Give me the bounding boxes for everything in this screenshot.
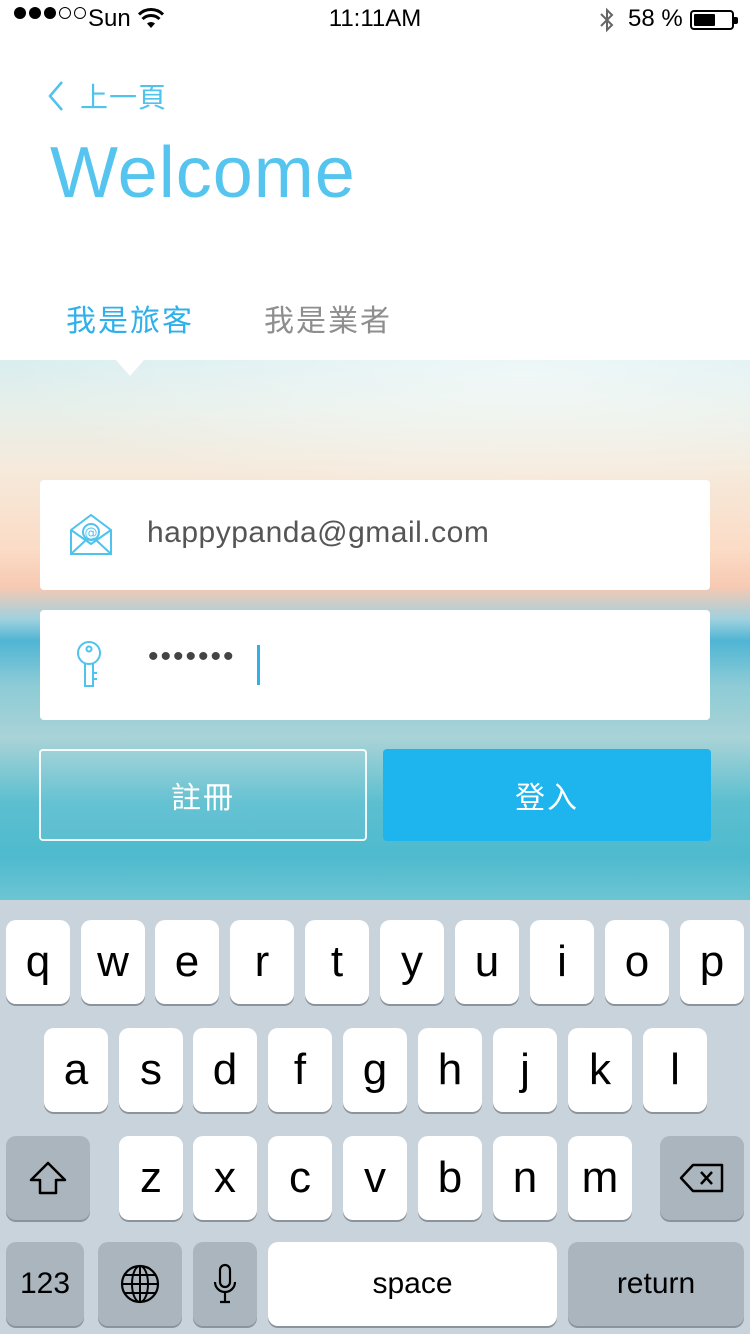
key-x[interactable]: x [193, 1136, 257, 1220]
battery-level [694, 14, 715, 26]
return-key[interactable]: return [568, 1242, 744, 1326]
text-cursor [257, 645, 260, 685]
keyboard: q w e r t y u i o p a s d f g h j k l z … [0, 900, 750, 1334]
key-b[interactable]: b [418, 1136, 482, 1220]
page-title: Welcome [50, 133, 356, 213]
key-g[interactable]: g [343, 1028, 407, 1112]
numbers-key[interactable]: 123 [6, 1242, 84, 1326]
key-t[interactable]: t [305, 920, 369, 1004]
svg-text:@: @ [85, 526, 98, 541]
password-field[interactable]: ••••••• [40, 610, 710, 720]
tab-traveler[interactable]: 我是旅客 [66, 296, 194, 340]
key-l[interactable]: l [643, 1028, 707, 1112]
key-z[interactable]: z [119, 1136, 183, 1220]
tab-business[interactable]: 我是業者 [264, 296, 392, 340]
globe-key[interactable] [98, 1242, 182, 1326]
key-h[interactable]: h [418, 1028, 482, 1112]
key-a[interactable]: a [44, 1028, 108, 1112]
key-p[interactable]: p [680, 920, 744, 1004]
key-k[interactable]: k [568, 1028, 632, 1112]
back-button[interactable]: 上一頁 [46, 76, 167, 116]
key-j[interactable]: j [493, 1028, 557, 1112]
back-label: 上一頁 [80, 82, 168, 113]
key-o[interactable]: o [605, 920, 669, 1004]
key-y[interactable]: y [380, 920, 444, 1004]
key-w[interactable]: w [81, 920, 145, 1004]
bluetooth-icon [600, 7, 614, 33]
password-value: ••••••• [148, 640, 236, 673]
key-d[interactable]: d [193, 1028, 257, 1112]
key-u[interactable]: u [455, 920, 519, 1004]
space-key[interactable]: space [268, 1242, 557, 1326]
key-r[interactable]: r [230, 920, 294, 1004]
globe-icon [120, 1264, 160, 1304]
email-value: happypanda@gmail.com [147, 516, 490, 549]
microphone-icon [213, 1263, 237, 1304]
login-button[interactable]: 登入 [383, 749, 711, 841]
key-n[interactable]: n [493, 1136, 557, 1220]
key-f[interactable]: f [268, 1028, 332, 1112]
backspace-icon [679, 1163, 724, 1193]
key-e[interactable]: e [155, 920, 219, 1004]
email-icon: @ [70, 513, 112, 555]
shift-key[interactable] [6, 1136, 90, 1220]
battery-icon [690, 10, 738, 30]
shift-icon [29, 1161, 67, 1195]
status-bar: Sun 11:11AM 58 % [0, 0, 750, 40]
active-tab-indicator [116, 360, 144, 376]
key-v[interactable]: v [343, 1136, 407, 1220]
key-icon [77, 641, 101, 687]
key-m[interactable]: m [568, 1136, 632, 1220]
email-field[interactable]: @ happypanda@gmail.com [40, 480, 710, 590]
key-i[interactable]: i [530, 920, 594, 1004]
chevron-left-icon [48, 81, 63, 111]
backspace-key[interactable] [660, 1136, 744, 1220]
key-c[interactable]: c [268, 1136, 332, 1220]
key-q[interactable]: q [6, 920, 70, 1004]
register-button[interactable]: 註冊 [39, 749, 367, 841]
microphone-key[interactable] [193, 1242, 257, 1326]
battery-percent: 58 % [628, 5, 683, 32]
key-s[interactable]: s [119, 1028, 183, 1112]
